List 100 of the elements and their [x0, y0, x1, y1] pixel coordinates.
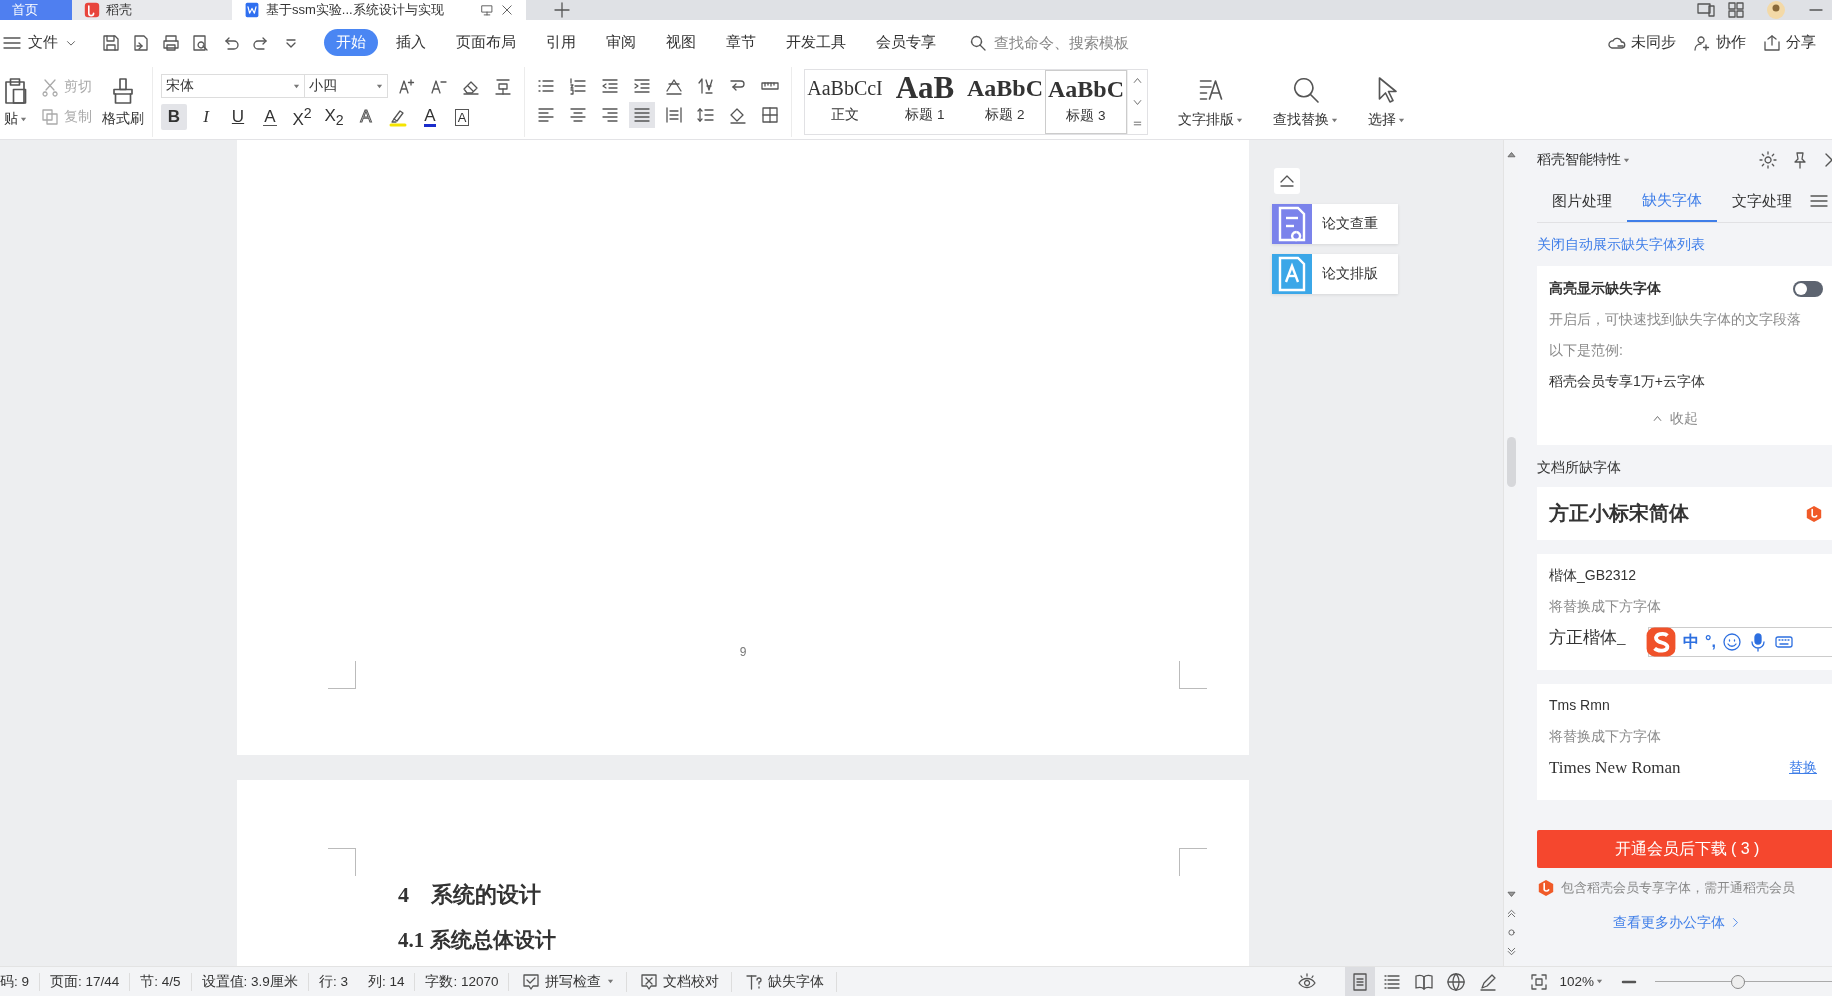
document-format-icon [1272, 254, 1312, 294]
setting-label: 高亮显示缺失字体 [1549, 279, 1661, 298]
close-icon[interactable] [500, 3, 514, 17]
spell-check-button[interactable]: 拼写检查 [509, 971, 628, 992]
effect-button[interactable]: A [353, 104, 379, 131]
color-button[interactable]: A [417, 104, 443, 131]
devices-icon[interactable] [1696, 0, 1716, 20]
proof-check-button[interactable]: 文档校对 [627, 971, 733, 992]
example-label: 以下是范例: [1549, 341, 1624, 360]
download-button[interactable]: 开通会员后下载 ( 3 ) [1537, 830, 1832, 868]
panel-tab[interactable]: 图片处理 [1537, 180, 1627, 222]
font-size-select[interactable]: 小四 [304, 74, 388, 99]
spell-icon [521, 971, 542, 992]
borders-icon[interactable] [760, 105, 780, 126]
avatar-icon[interactable] [1766, 0, 1786, 20]
font-name-select[interactable]: 宋体 [161, 74, 305, 99]
align-justify-button[interactable] [629, 102, 655, 129]
layout-tool-button[interactable]: 文字排版 [1178, 75, 1243, 130]
replace-link[interactable]: 替换 [1789, 758, 1817, 777]
document-search-icon [1272, 204, 1312, 244]
strike-button[interactable]: A [257, 104, 283, 131]
save-icon[interactable] [101, 32, 121, 53]
sort-icon[interactable] [696, 76, 716, 97]
ribbon-tab[interactable]: 开发工具 [774, 29, 858, 57]
collapse-icon[interactable] [1274, 168, 1300, 194]
grid-icon[interactable] [1726, 0, 1746, 20]
print-icon[interactable] [161, 32, 181, 53]
command-search-field[interactable]: 查找命令、搜索模板 [968, 32, 1176, 53]
fit-page-icon[interactable] [1529, 971, 1550, 992]
ribbon-tab[interactable]: 视图 [654, 29, 708, 57]
export-icon[interactable] [131, 32, 151, 53]
ribbon-tab[interactable]: 引用 [534, 29, 588, 57]
font-check-button[interactable]: 缺失字体 [732, 971, 838, 992]
file-menu[interactable]: 文件 [2, 32, 78, 53]
corner-mark [1179, 848, 1207, 876]
caret-icon [376, 82, 383, 90]
border-button[interactable]: A [449, 104, 475, 131]
select-tool-button[interactable]: 选择 [1368, 75, 1405, 130]
section-heading: 4.1 系统总体设计 [397, 927, 556, 954]
ribbon-tab[interactable]: 页面布局 [444, 29, 528, 57]
replace-hint: 将替换成下方字体 [1549, 597, 1662, 616]
toggle-switch[interactable] [1793, 280, 1823, 297]
toolbar-button[interactable]: 协作 [1692, 32, 1746, 53]
slider-thumb[interactable] [1731, 974, 1746, 989]
style-option[interactable]: AaBbCcI 正文 [805, 70, 885, 135]
underline-button[interactable]: U [225, 104, 251, 131]
italic-button[interactable]: I [193, 104, 219, 131]
ribbon-tab[interactable]: 章节 [714, 29, 768, 57]
document-tab[interactable]: 稻壳 [72, 0, 232, 20]
caret-icon [1331, 116, 1338, 124]
corner-mark [328, 661, 356, 689]
status-text: 设置值: 3.9厘米 [191, 972, 309, 991]
caret-icon [1398, 116, 1405, 124]
replacement-font: 方正楷体_ [1549, 627, 1626, 649]
toolbar-button[interactable]: 分享 [1762, 32, 1816, 53]
style-option[interactable]: AaB 标题 1 [885, 70, 965, 135]
find-tool-button[interactable]: 查找替换 [1273, 75, 1338, 130]
panel-tab[interactable]: 文字处理 [1717, 180, 1807, 222]
ribbon-tab[interactable]: 会员专享 [864, 29, 948, 57]
hide-list-link[interactable]: 关闭自动展示缺失字体列表 [1537, 223, 1832, 266]
input-method-logo-icon[interactable] [1645, 626, 1677, 658]
ribbon-tab[interactable]: 开始 [324, 29, 378, 57]
bold-button[interactable]: B [161, 104, 187, 131]
document-tab[interactable]: 首页 [0, 0, 72, 20]
caret-icon [19, 115, 27, 123]
scrollbar[interactable] [1503, 140, 1518, 966]
sub-button[interactable]: X$_{2}$ [321, 104, 347, 131]
side-tool-button[interactable]: 论文查重 [1272, 204, 1398, 244]
document-tab[interactable]: 基于ssm实验...系统设计与实现 [232, 0, 526, 20]
more-fonts-link[interactable]: 查看更多办公字体 [1537, 909, 1817, 935]
collapse-button[interactable]: 收起 [1549, 403, 1799, 434]
membership-note: 包含稻壳会员专享字体，需开通稻壳会员 [1561, 879, 1795, 897]
ribbon-tab[interactable]: 审阅 [594, 29, 648, 57]
section-heading: 4 系统的设计 [397, 881, 541, 909]
style-option[interactable]: AaBbC 标题 3 [1045, 70, 1127, 135]
painter-button[interactable]: 格式刷 [102, 76, 144, 129]
premium-badge-icon [1805, 504, 1823, 523]
numbers-icon[interactable] [568, 76, 588, 97]
status-text: 码: 9 [0, 972, 40, 991]
status-text: 页面: 17/44 [40, 972, 131, 991]
style-option[interactable]: AaBbC 标题 2 [965, 70, 1045, 135]
panel-tab[interactable]: 缺失字体 [1627, 180, 1717, 222]
emoji-icon[interactable] [1721, 632, 1742, 652]
ribbon-tab[interactable]: 插入 [384, 29, 438, 57]
side-tool-button[interactable]: 论文排版 [1272, 254, 1398, 294]
new-tab-icon[interactable] [552, 0, 572, 20]
caret-icon [1623, 156, 1630, 164]
paste-button[interactable]: 贴 [0, 76, 30, 129]
settings-icon[interactable] [1758, 150, 1778, 170]
scissors-icon [40, 77, 60, 98]
input-mode-toggle[interactable]: °, [1705, 633, 1716, 651]
toolbar-button[interactable]: 未同步 [1607, 32, 1676, 53]
input-mode-toggle[interactable]: 中 [1683, 631, 1699, 653]
panel-title-menu[interactable]: 稻壳智能特性 [1537, 151, 1630, 169]
caret-icon [293, 82, 300, 90]
scrollbar-thumb[interactable] [1506, 437, 1516, 487]
zoom-select[interactable]: 102% [1559, 974, 1603, 989]
monitor-icon[interactable] [480, 3, 494, 17]
super-button[interactable]: X$^{2}$ [289, 104, 315, 131]
page-view-button[interactable] [1345, 966, 1376, 996]
